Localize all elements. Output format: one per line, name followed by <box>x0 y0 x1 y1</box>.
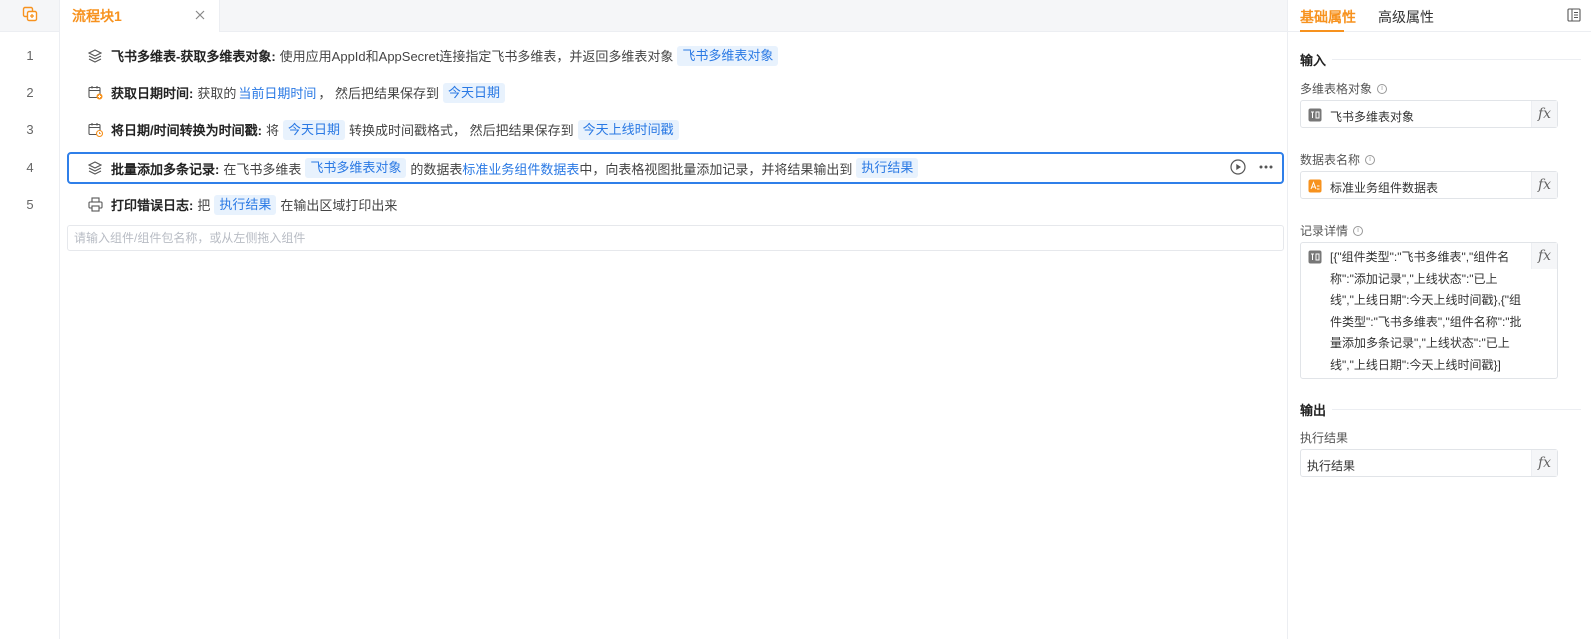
variable-chip[interactable]: 今天上线时间戳 <box>577 119 679 140</box>
exec-result-value: 执行结果 <box>1307 459 1356 473</box>
sheet-name-field[interactable]: 标准业务组件数据表 fx <box>1300 171 1558 199</box>
table-object-value: 飞书多维表对象 <box>1330 110 1415 124</box>
variable-chip[interactable]: 今天日期 <box>282 119 345 140</box>
fx-button[interactable]: fx <box>1531 172 1557 198</box>
step-title: 飞书多维表-获取多维表对象: <box>111 49 276 64</box>
table-object-field[interactable]: 飞书多维表对象 fx <box>1300 100 1558 128</box>
exec-result-label: 执行结果 <box>1300 431 1349 445</box>
gutter-header <box>0 0 59 32</box>
line-number-2: 2 <box>26 85 34 100</box>
step-text: 中，向表格视图批量添加记录，并将结果输出到 <box>579 161 853 177</box>
step-text: ， 然后把结果保存到 <box>318 86 439 101</box>
flow-block-icon[interactable] <box>22 6 38 25</box>
parameter-link[interactable]: 当前日期时间 <box>238 83 316 102</box>
variable-chip[interactable]: 飞书多维表对象 <box>677 45 779 66</box>
calendar-add-icon <box>87 85 103 101</box>
fx-button[interactable]: fx <box>1531 243 1557 269</box>
input-section-title: 输入 <box>1300 53 1327 68</box>
variable-chip[interactable]: 执行结果 <box>856 158 919 178</box>
output-section-title: 输出 <box>1300 403 1327 418</box>
line-number-5: 5 <box>26 197 34 212</box>
table-object-label: 多维表格对象 i <box>1300 80 1388 97</box>
flow-step-1[interactable]: 飞书多维表-获取多维表对象: 使用应用AppId和AppSecret连接指定飞书… <box>67 40 1284 71</box>
line-number-1: 1 <box>26 48 34 63</box>
line-number-3: 3 <box>26 122 34 137</box>
step-text: 将 <box>265 123 279 138</box>
info-icon: i <box>1365 154 1376 165</box>
step-text: 获取的 <box>197 86 237 101</box>
record-detail-label: 记录详情 i <box>1300 222 1364 239</box>
parameter-link[interactable]: 标准业务组件数据表 <box>462 159 579 178</box>
info-icon: i <box>1353 225 1364 236</box>
table-object-icon <box>1308 250 1322 264</box>
step-text: 在输出区域打印出来 <box>280 198 398 213</box>
layers-icon <box>87 48 103 64</box>
component-search-input[interactable] <box>67 225 1284 251</box>
tab-basic-properties[interactable]: 基础属性 <box>1300 7 1356 27</box>
flow-step-4[interactable]: 批量添加多条记录: 在飞书多维表 飞书多维表对象 的数据表 标准业务组件数据表 … <box>67 152 1284 184</box>
record-detail-field[interactable]: [{"组件类型":"飞书多维表","组件名称":"添加记录","上线状态":"已… <box>1300 242 1558 379</box>
exec-result-field[interactable]: 执行结果 fx <box>1300 449 1558 477</box>
step-text: 转换成时间戳格式， 然后把结果保存到 <box>348 123 574 138</box>
step-text: 把 <box>197 198 211 213</box>
step-title: 获取日期时间: <box>111 86 194 101</box>
step-text: 使用应用AppId和AppSecret连接指定飞书多维表，并返回多维表对象 <box>279 49 674 64</box>
flow-step-5[interactable]: 打印错误日志: 把 执行结果 在输出区域打印出来 <box>67 189 1284 220</box>
line-number-gutter: 1 2 3 4 5 <box>0 0 60 639</box>
sheet-name-value: 标准业务组件数据表 <box>1330 181 1439 195</box>
active-tab-indicator <box>1300 30 1344 32</box>
flow-step-2[interactable]: 获取日期时间: 获取的 当前日期时间 ， 然后把结果保存到 今天日期 <box>67 77 1284 108</box>
panel-collapse-icon[interactable] <box>1567 8 1581 22</box>
step-title: 将日期/时间转换为时间戳: <box>111 123 262 138</box>
close-icon[interactable] <box>193 8 207 22</box>
properties-panel: 基础属性 高级属性 输入 多维表格对象 i 飞书多维表对象 fx 数据表名称 i 标… <box>1287 0 1591 639</box>
calendar-clock-icon <box>87 122 103 138</box>
line-number-4: 4 <box>26 160 34 175</box>
record-detail-value: [{"组件类型":"飞书多维表","组件名称":"添加记录","上线状态":"已… <box>1330 250 1522 372</box>
tab-flow-block-1[interactable]: 流程块1 <box>60 0 220 32</box>
fx-button[interactable]: fx <box>1531 101 1557 127</box>
text-variable-icon <box>1308 179 1322 193</box>
info-icon: i <box>1377 83 1388 94</box>
step-title: 批量添加多条记录: <box>111 161 220 177</box>
flow-step-3[interactable]: 将日期/时间转换为时间戳: 将 今天日期 转换成时间戳格式， 然后把结果保存到 … <box>67 114 1284 145</box>
variable-chip[interactable]: 执行结果 <box>214 194 277 215</box>
variable-chip[interactable]: 今天日期 <box>443 82 506 103</box>
fx-button[interactable]: fx <box>1531 450 1557 476</box>
layers-icon <box>87 160 103 176</box>
step-title: 打印错误日志: <box>111 198 194 213</box>
properties-tabs: 基础属性 高级属性 <box>1288 0 1591 32</box>
more-icon[interactable] <box>1258 159 1274 178</box>
sheet-name-label: 数据表名称 i <box>1300 151 1376 168</box>
play-circle-icon[interactable] <box>1230 159 1246 178</box>
section-divider <box>1332 59 1581 60</box>
step-text: 的数据表 <box>410 161 463 177</box>
tab-advanced-properties[interactable]: 高级属性 <box>1378 7 1434 27</box>
printer-icon <box>87 197 103 213</box>
section-divider <box>1332 409 1581 410</box>
variable-chip[interactable]: 飞书多维表对象 <box>305 158 407 178</box>
step-actions <box>1230 159 1274 178</box>
step-text: 在飞书多维表 <box>223 161 302 177</box>
tab-label: 流程块1 <box>72 8 122 24</box>
table-object-icon <box>1308 108 1322 122</box>
editor-tab-bar: 流程块1 <box>60 0 1287 32</box>
